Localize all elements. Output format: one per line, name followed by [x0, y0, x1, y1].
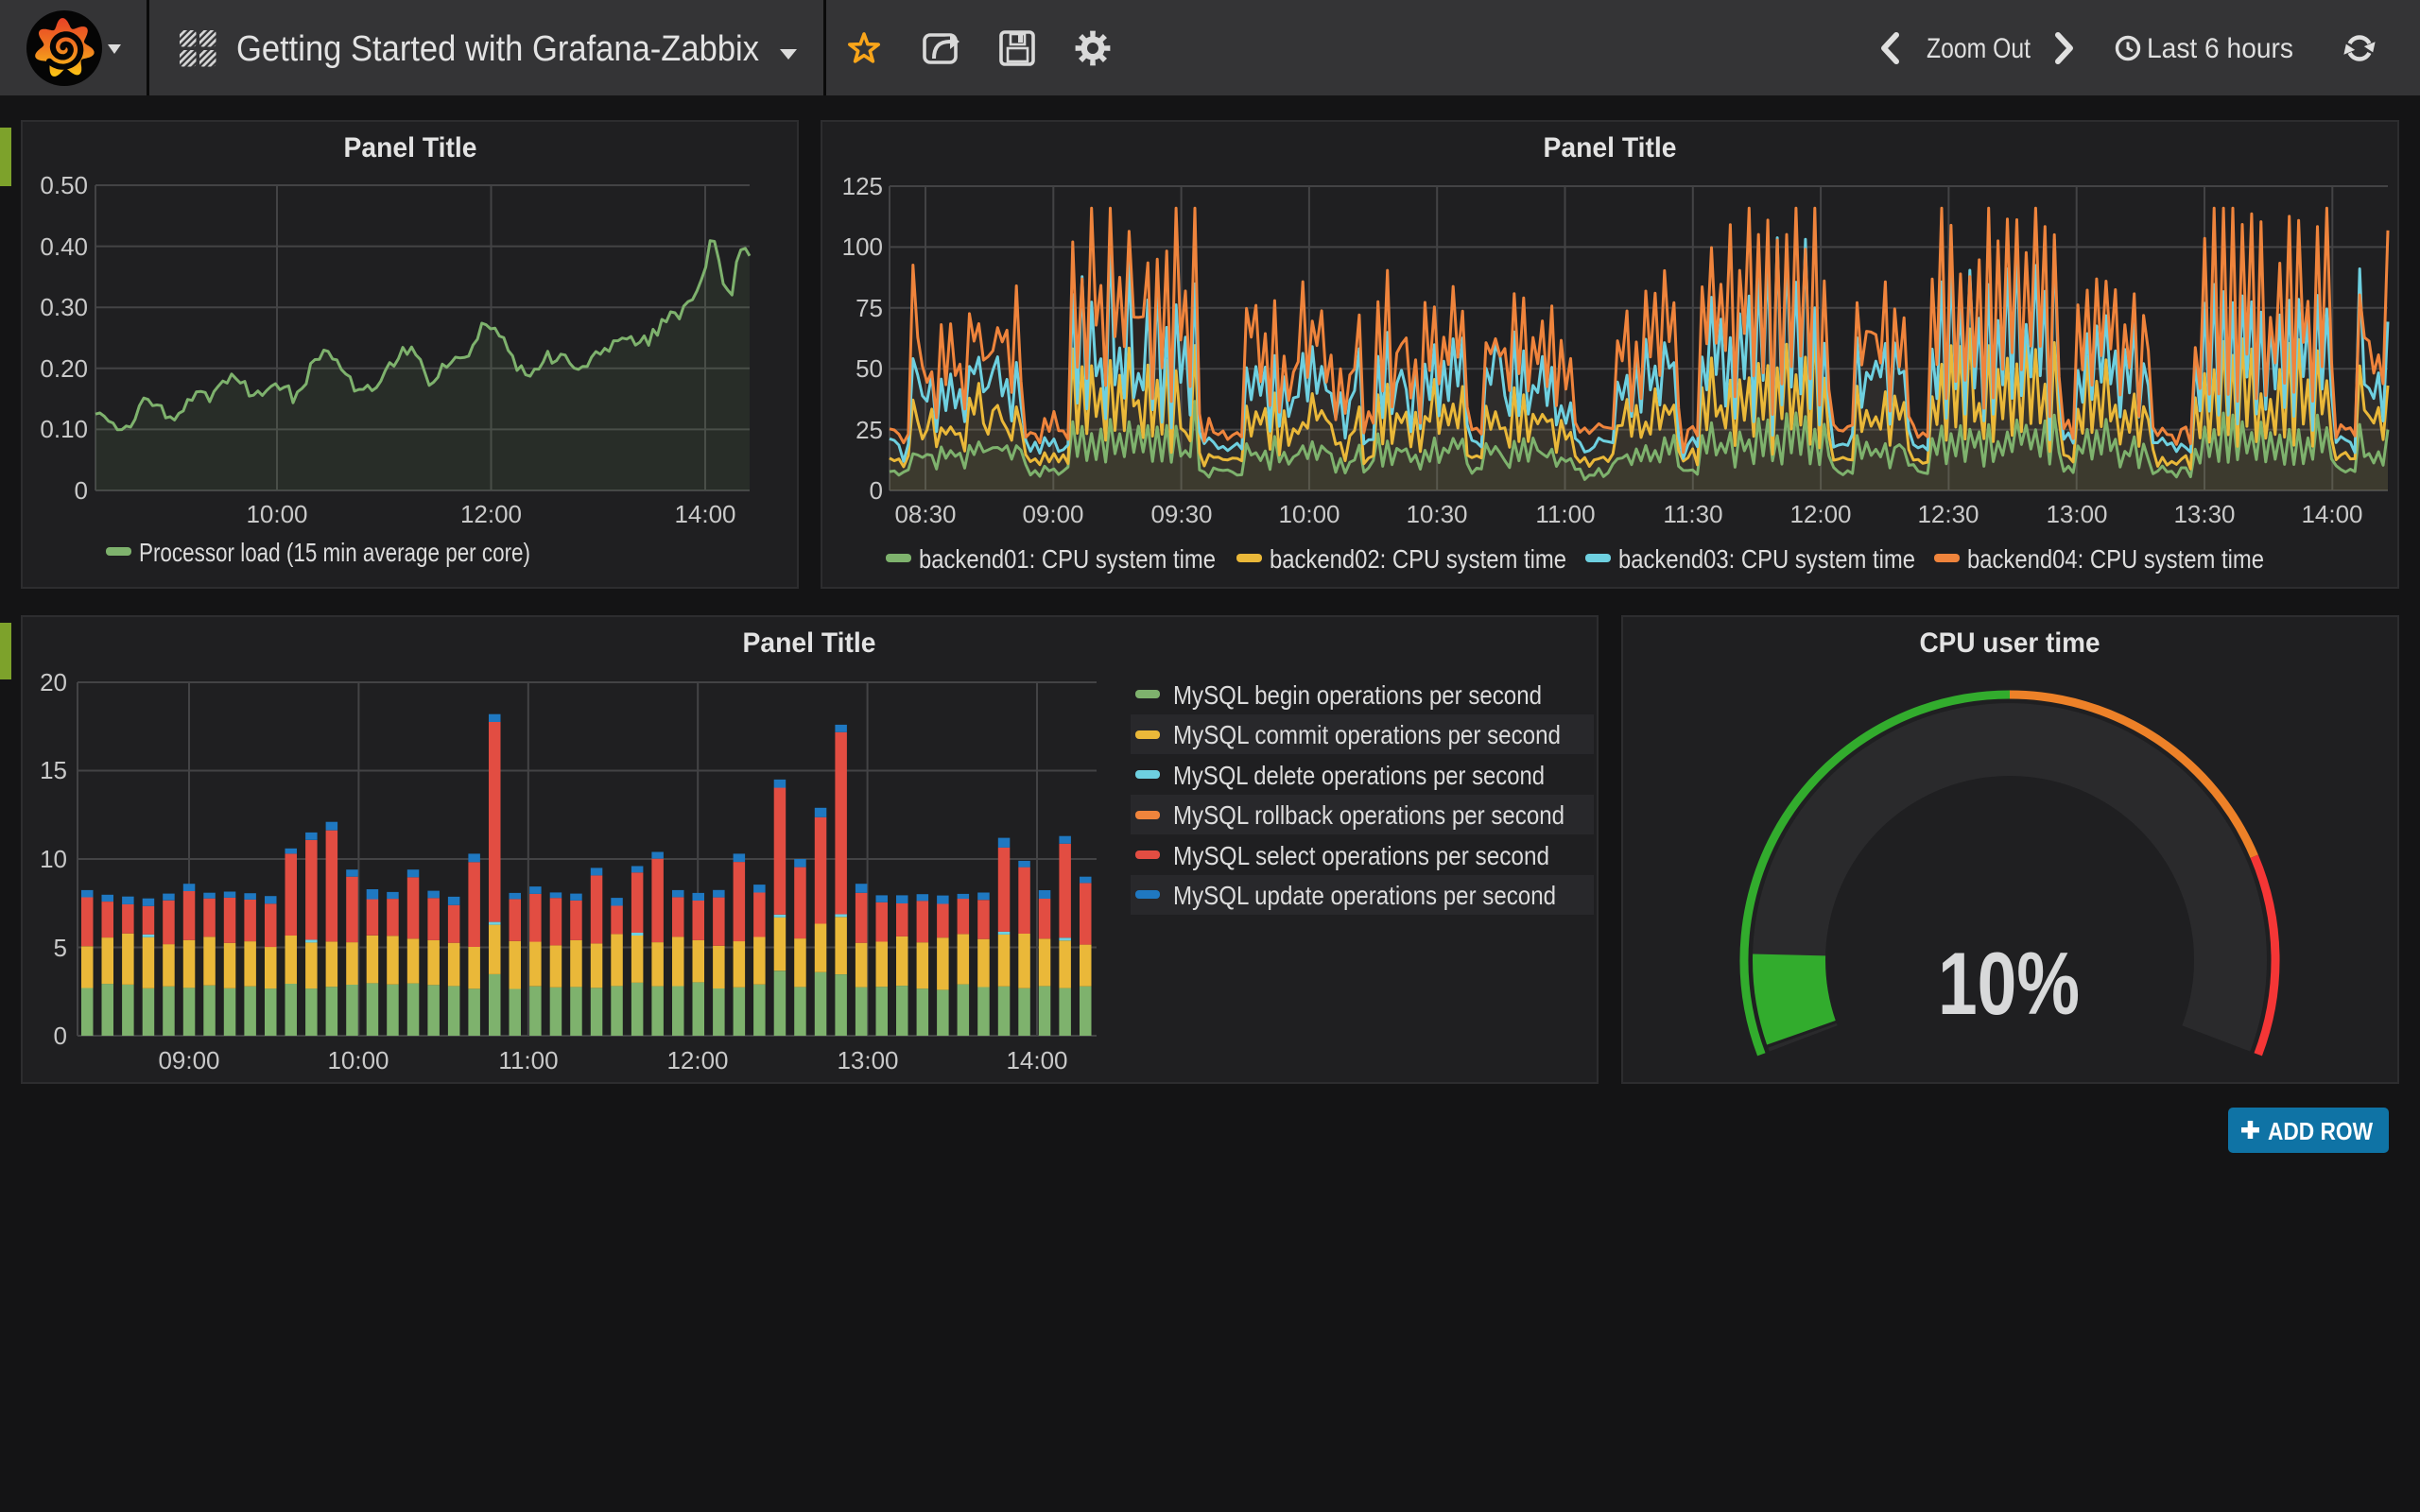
svg-text:12:30: 12:30	[1917, 500, 1979, 528]
svg-text:backend03: CPU system time: backend03: CPU system time	[1618, 544, 1915, 574]
svg-text:10:00: 10:00	[1278, 500, 1340, 528]
svg-text:09:00: 09:00	[1022, 500, 1083, 528]
svg-text:Zoom Out: Zoom Out	[1927, 33, 2031, 64]
svg-text:MySQL rollback operations per: MySQL rollback operations per second	[1173, 800, 1564, 830]
svg-text:Getting Started with Grafana-Z: Getting Started with Grafana-Zabbix	[236, 29, 759, 69]
svg-text:14:00: 14:00	[2301, 500, 2362, 528]
svg-text:12:00: 12:00	[460, 500, 522, 528]
svg-text:08:30: 08:30	[894, 500, 956, 528]
svg-text:125: 125	[842, 172, 883, 200]
svg-text:75: 75	[856, 294, 883, 322]
svg-text:100: 100	[842, 232, 883, 261]
svg-text:backend01: CPU system time: backend01: CPU system time	[919, 544, 1216, 574]
svg-text:Processor load (15 min average: Processor load (15 min average per core)	[139, 538, 530, 567]
svg-text:11:00: 11:00	[1535, 500, 1595, 528]
svg-text:0.40: 0.40	[40, 232, 88, 261]
svg-text:0: 0	[54, 1022, 67, 1050]
svg-text:MySQL commit operations per se: MySQL commit operations per second	[1173, 720, 1561, 749]
svg-text:ADD ROW: ADD ROW	[2268, 1117, 2373, 1145]
svg-text:09:00: 09:00	[158, 1046, 219, 1074]
svg-text:backend02: CPU system time: backend02: CPU system time	[1270, 544, 1566, 574]
svg-text:0.20: 0.20	[40, 354, 88, 383]
svg-text:20: 20	[40, 668, 67, 696]
svg-text:14:00: 14:00	[1006, 1046, 1067, 1074]
svg-text:12:00: 12:00	[1789, 500, 1851, 528]
svg-text:5: 5	[54, 934, 67, 962]
svg-text:50: 50	[856, 354, 883, 383]
svg-text:MySQL update operations per se: MySQL update operations per second	[1173, 881, 1556, 910]
svg-text:10: 10	[40, 845, 67, 873]
svg-text:10:00: 10:00	[246, 500, 307, 528]
svg-text:15: 15	[40, 756, 67, 784]
svg-text:10:30: 10:30	[1406, 500, 1467, 528]
svg-text:0.10: 0.10	[40, 415, 88, 443]
svg-text:MySQL delete operations per se: MySQL delete operations per second	[1173, 761, 1545, 790]
svg-text:13:30: 13:30	[2173, 500, 2235, 528]
svg-text:0: 0	[870, 476, 883, 505]
svg-text:0: 0	[75, 476, 88, 505]
svg-text:Panel Title: Panel Title	[344, 132, 477, 163]
svg-text:Last 6 hours: Last 6 hours	[2147, 33, 2293, 64]
svg-text:0.50: 0.50	[40, 171, 88, 199]
svg-text:11:30: 11:30	[1663, 500, 1722, 528]
svg-text:25: 25	[856, 416, 883, 444]
svg-text:MySQL select operations per se: MySQL select operations per second	[1173, 841, 1549, 870]
svg-text:backend04: CPU system time: backend04: CPU system time	[1967, 544, 2264, 574]
svg-text:Panel Title: Panel Title	[1544, 132, 1677, 163]
svg-text:11:00: 11:00	[498, 1046, 558, 1074]
svg-text:Panel Title: Panel Title	[743, 627, 876, 659]
svg-text:13:00: 13:00	[837, 1046, 898, 1074]
svg-text:CPU user time: CPU user time	[1920, 627, 2100, 659]
svg-text:14:00: 14:00	[674, 500, 735, 528]
svg-text:MySQL begin operations per sec: MySQL begin operations per second	[1173, 680, 1542, 710]
svg-text:09:30: 09:30	[1150, 500, 1212, 528]
svg-text:13:00: 13:00	[2046, 500, 2107, 528]
svg-text:0.30: 0.30	[40, 293, 88, 321]
svg-text:12:00: 12:00	[666, 1046, 728, 1074]
svg-text:10:00: 10:00	[327, 1046, 389, 1074]
svg-text:10%: 10%	[1938, 934, 2080, 1033]
